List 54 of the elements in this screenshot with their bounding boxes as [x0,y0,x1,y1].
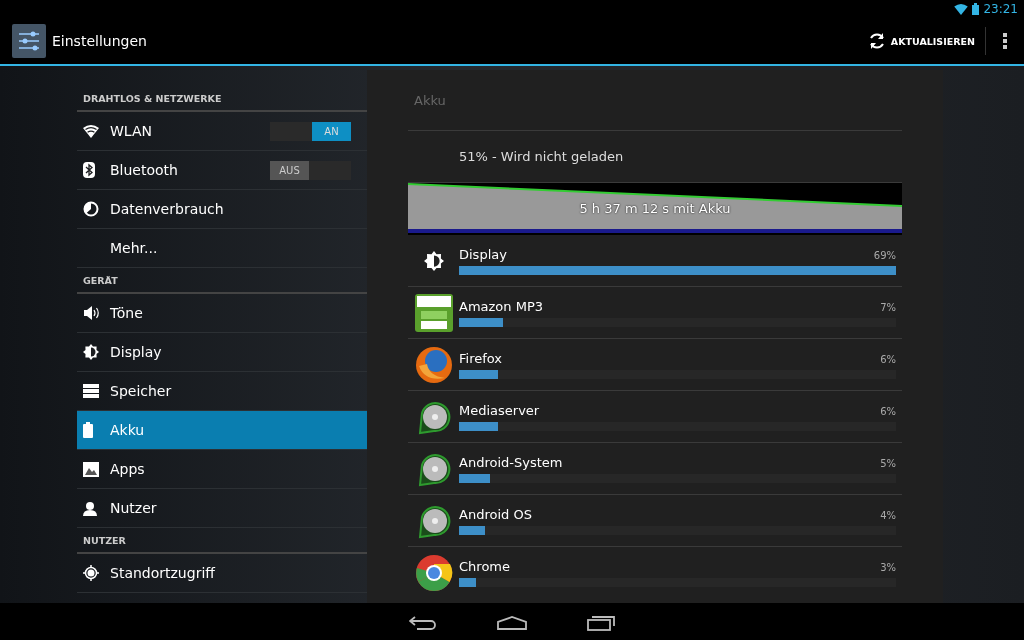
section-header: GERÄT [77,268,367,294]
settings-item[interactable]: Standortzugriff [77,554,367,593]
picture-icon [83,461,99,477]
settings-item[interactable]: Display [77,333,367,372]
settings-item[interactable]: Akku [77,411,367,450]
home-icon[interactable] [497,615,527,630]
settings-sliders-icon[interactable] [12,24,46,58]
clock-time: 23:21 [983,2,1018,16]
toggle-switch[interactable]: AUS [270,160,351,180]
battery-graph: 5 h 37 m 12 s mit Akku [408,183,902,235]
usage-percent: 6% [880,353,896,365]
brightness-icon [423,250,444,271]
app-name: Chrome [459,559,510,574]
usage-percent: 7% [880,301,896,313]
app-name: Android OS [459,506,532,522]
battery-icon [972,3,980,15]
storage-icon [83,384,99,398]
speaker-icon [83,305,101,321]
section-header: NUTZER [77,528,367,554]
bluetooth-icon [83,162,95,178]
fox-globe-app-icon [414,345,453,384]
settings-item[interactable]: Töne [77,294,367,333]
amazon-mp3-app-icon [414,293,453,332]
location-target-icon [83,565,99,581]
usage-percent: 4% [880,509,896,521]
settings-item[interactable]: Datenverbrauch [77,190,367,229]
app-name: Mediaserver [459,402,540,418]
settings-item[interactable]: WLAN AN [77,112,367,151]
usage-percent: 3% [880,562,896,573]
battery-icon [83,422,93,438]
settings-item[interactable]: Bluetooth AUS [77,151,367,190]
person-icon [83,500,97,516]
refresh-button[interactable]: AKTUALISIEREN [857,21,985,61]
usage-percent: 6% [880,405,896,417]
panel-title: Akku [408,70,902,131]
refresh-icon [867,32,886,50]
back-icon[interactable] [409,614,437,631]
battery-status: 51% - Wird nicht geladen [459,149,624,164]
section-header: DRAHTLOS & NETZWERKE [77,86,367,112]
app-name: Amazon MP3 [459,298,543,314]
settings-item[interactable]: Apps [77,450,367,489]
recent-apps-icon[interactable] [587,614,615,631]
app-name: Firefox [459,350,503,366]
wifi-signal-icon [954,3,969,15]
app-title: Einstellungen [52,33,148,49]
usage-percent: 5% [880,457,896,469]
chrome-app-icon [414,554,453,592]
settings-item[interactable]: Nutzer [77,489,367,528]
app-name: Display [459,246,507,262]
app-name: Android-System [459,454,563,470]
wifi-icon [83,124,99,138]
brightness-icon [83,344,99,360]
pie-chart-icon [83,201,99,217]
usage-percent: 69% [873,249,896,261]
